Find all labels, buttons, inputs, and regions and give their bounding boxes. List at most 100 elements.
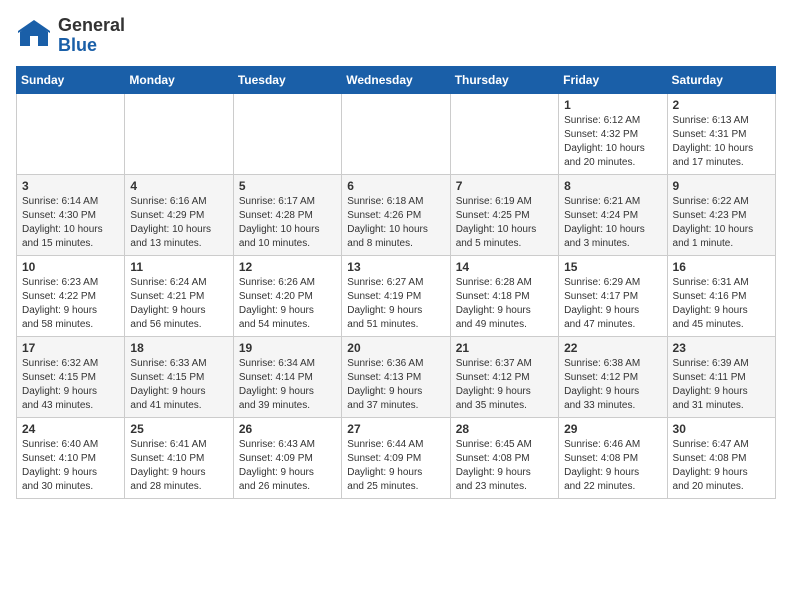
day-header-wednesday: Wednesday <box>342 66 450 93</box>
day-info: Sunrise: 6:22 AM Sunset: 4:23 PM Dayligh… <box>673 195 770 251</box>
day-info: Sunrise: 6:44 AM Sunset: 4:09 PM Dayligh… <box>347 438 444 494</box>
day-info: Sunrise: 6:27 AM Sunset: 4:19 PM Dayligh… <box>347 276 444 332</box>
day-number: 4 <box>130 179 227 193</box>
calendar-cell: 10Sunrise: 6:23 AM Sunset: 4:22 PM Dayli… <box>17 255 125 336</box>
day-header-thursday: Thursday <box>450 66 558 93</box>
calendar-cell: 23 Sunrise: 6:39 AM Sunset: 4:11 PM Dayli… <box>667 336 775 417</box>
day-number: 30 <box>673 422 770 436</box>
calendar-header-row: SundayMondayTuesdayWednesdayThursdayFrid… <box>17 66 776 93</box>
day-info: Sunrise: 6:37 AM Sunset: 4:12 PM Dayligh… <box>456 357 553 413</box>
calendar-cell: 12 Sunrise: 6:26 AM Sunset: 4:20 PM Dayli… <box>233 255 341 336</box>
calendar-cell: 28 Sunrise: 6:45 AM Sunset: 4:08 PM Dayli… <box>450 417 558 498</box>
calendar-cell: 19 Sunrise: 6:34 AM Sunset: 4:14 PM Dayli… <box>233 336 341 417</box>
calendar-cell <box>450 93 558 174</box>
day-info: Sunrise: 6:23 AM Sunset: 4:22 PM Dayligh… <box>22 276 119 332</box>
day-number: 28 <box>456 422 553 436</box>
day-info: Sunrise: 6:12 AM Sunset: 4:32 PM Dayligh… <box>564 114 661 170</box>
day-number: 27 <box>347 422 444 436</box>
calendar-cell: 26Sunrise: 6:43 AM Sunset: 4:09 PM Dayli… <box>233 417 341 498</box>
day-number: 7 <box>456 179 553 193</box>
calendar-cell: 8 Sunrise: 6:21 AM Sunset: 4:24 PM Daylig… <box>559 174 667 255</box>
day-info: Sunrise: 6:31 AM Sunset: 4:16 PM Dayligh… <box>673 276 770 332</box>
calendar-cell: 7 Sunrise: 6:19 AM Sunset: 4:25 PM Daylig… <box>450 174 558 255</box>
day-number: 25 <box>130 422 227 436</box>
calendar-cell: 2 Sunrise: 6:13 AM Sunset: 4:31 PM Daylig… <box>667 93 775 174</box>
calendar-cell: 3 Sunrise: 6:14 AM Sunset: 4:30 PM Daylig… <box>17 174 125 255</box>
day-header-saturday: Saturday <box>667 66 775 93</box>
day-info: Sunrise: 6:45 AM Sunset: 4:08 PM Dayligh… <box>456 438 553 494</box>
day-number: 12 <box>239 260 336 274</box>
day-info: Sunrise: 6:21 AM Sunset: 4:24 PM Dayligh… <box>564 195 661 251</box>
calendar-cell: 14Sunrise: 6:28 AM Sunset: 4:18 PM Dayli… <box>450 255 558 336</box>
day-number: 21 <box>456 341 553 355</box>
day-number: 14 <box>456 260 553 274</box>
day-info: Sunrise: 6:24 AM Sunset: 4:21 PM Dayligh… <box>130 276 227 332</box>
day-number: 11 <box>130 260 227 274</box>
calendar-cell <box>233 93 341 174</box>
day-number: 2 <box>673 98 770 112</box>
calendar-cell: 13 Sunrise: 6:27 AM Sunset: 4:19 PM Dayli… <box>342 255 450 336</box>
day-number: 17 <box>22 341 119 355</box>
day-info: Sunrise: 6:16 AM Sunset: 4:29 PM Dayligh… <box>130 195 227 251</box>
calendar-cell: 25Sunrise: 6:41 AM Sunset: 4:10 PM Dayli… <box>125 417 233 498</box>
day-info: Sunrise: 6:36 AM Sunset: 4:13 PM Dayligh… <box>347 357 444 413</box>
calendar-cell: 18Sunrise: 6:33 AM Sunset: 4:15 PM Dayli… <box>125 336 233 417</box>
day-info: Sunrise: 6:38 AM Sunset: 4:12 PM Dayligh… <box>564 357 661 413</box>
day-number: 29 <box>564 422 661 436</box>
calendar-cell <box>125 93 233 174</box>
calendar-cell <box>342 93 450 174</box>
day-number: 18 <box>130 341 227 355</box>
logo-text: GeneralBlue <box>58 16 125 56</box>
day-number: 3 <box>22 179 119 193</box>
day-info: Sunrise: 6:32 AM Sunset: 4:15 PM Dayligh… <box>22 357 119 413</box>
calendar: SundayMondayTuesdayWednesdayThursdayFrid… <box>16 66 776 499</box>
day-number: 19 <box>239 341 336 355</box>
calendar-cell: 24 Sunrise: 6:40 AM Sunset: 4:10 PM Dayli… <box>17 417 125 498</box>
calendar-week-row: 10Sunrise: 6:23 AM Sunset: 4:22 PM Dayli… <box>17 255 776 336</box>
day-info: Sunrise: 6:29 AM Sunset: 4:17 PM Dayligh… <box>564 276 661 332</box>
day-info: Sunrise: 6:34 AM Sunset: 4:14 PM Dayligh… <box>239 357 336 413</box>
calendar-cell: 29 Sunrise: 6:46 AM Sunset: 4:08 PM Dayli… <box>559 417 667 498</box>
day-info: Sunrise: 6:39 AM Sunset: 4:11 PM Dayligh… <box>673 357 770 413</box>
day-number: 16 <box>673 260 770 274</box>
day-info: Sunrise: 6:13 AM Sunset: 4:31 PM Dayligh… <box>673 114 770 170</box>
day-info: Sunrise: 6:14 AM Sunset: 4:30 PM Dayligh… <box>22 195 119 251</box>
day-info: Sunrise: 6:19 AM Sunset: 4:25 PM Dayligh… <box>456 195 553 251</box>
day-number: 24 <box>22 422 119 436</box>
calendar-cell: 11 Sunrise: 6:24 AM Sunset: 4:21 PM Dayli… <box>125 255 233 336</box>
calendar-cell: 17 Sunrise: 6:32 AM Sunset: 4:15 PM Dayli… <box>17 336 125 417</box>
day-number: 23 <box>673 341 770 355</box>
day-header-sunday: Sunday <box>17 66 125 93</box>
day-info: Sunrise: 6:46 AM Sunset: 4:08 PM Dayligh… <box>564 438 661 494</box>
calendar-cell: 9 Sunrise: 6:22 AM Sunset: 4:23 PM Daylig… <box>667 174 775 255</box>
day-number: 8 <box>564 179 661 193</box>
day-number: 6 <box>347 179 444 193</box>
day-header-friday: Friday <box>559 66 667 93</box>
day-number: 20 <box>347 341 444 355</box>
day-info: Sunrise: 6:26 AM Sunset: 4:20 PM Dayligh… <box>239 276 336 332</box>
calendar-cell <box>17 93 125 174</box>
calendar-week-row: 24 Sunrise: 6:40 AM Sunset: 4:10 PM Dayli… <box>17 417 776 498</box>
calendar-cell: 20 Sunrise: 6:36 AM Sunset: 4:13 PM Dayli… <box>342 336 450 417</box>
day-number: 13 <box>347 260 444 274</box>
day-number: 1 <box>564 98 661 112</box>
calendar-week-row: 17 Sunrise: 6:32 AM Sunset: 4:15 PM Dayli… <box>17 336 776 417</box>
calendar-week-row: 1 Sunrise: 6:12 AM Sunset: 4:32 PM Daylig… <box>17 93 776 174</box>
calendar-cell: 22Sunrise: 6:38 AM Sunset: 4:12 PM Dayli… <box>559 336 667 417</box>
calendar-cell: 30 Sunrise: 6:47 AM Sunset: 4:08 PM Dayli… <box>667 417 775 498</box>
logo: GeneralBlue <box>16 16 125 56</box>
day-info: Sunrise: 6:18 AM Sunset: 4:26 PM Dayligh… <box>347 195 444 251</box>
day-info: Sunrise: 6:47 AM Sunset: 4:08 PM Dayligh… <box>673 438 770 494</box>
day-number: 9 <box>673 179 770 193</box>
calendar-cell: 4 Sunrise: 6:16 AM Sunset: 4:29 PM Daylig… <box>125 174 233 255</box>
calendar-week-row: 3 Sunrise: 6:14 AM Sunset: 4:30 PM Daylig… <box>17 174 776 255</box>
day-number: 15 <box>564 260 661 274</box>
calendar-cell: 27 Sunrise: 6:44 AM Sunset: 4:09 PM Dayli… <box>342 417 450 498</box>
logo-icon <box>16 18 52 54</box>
calendar-cell: 16 Sunrise: 6:31 AM Sunset: 4:16 PM Dayli… <box>667 255 775 336</box>
day-number: 5 <box>239 179 336 193</box>
day-header-tuesday: Tuesday <box>233 66 341 93</box>
calendar-cell: 21 Sunrise: 6:37 AM Sunset: 4:12 PM Dayli… <box>450 336 558 417</box>
day-info: Sunrise: 6:43 AM Sunset: 4:09 PM Dayligh… <box>239 438 336 494</box>
day-info: Sunrise: 6:40 AM Sunset: 4:10 PM Dayligh… <box>22 438 119 494</box>
